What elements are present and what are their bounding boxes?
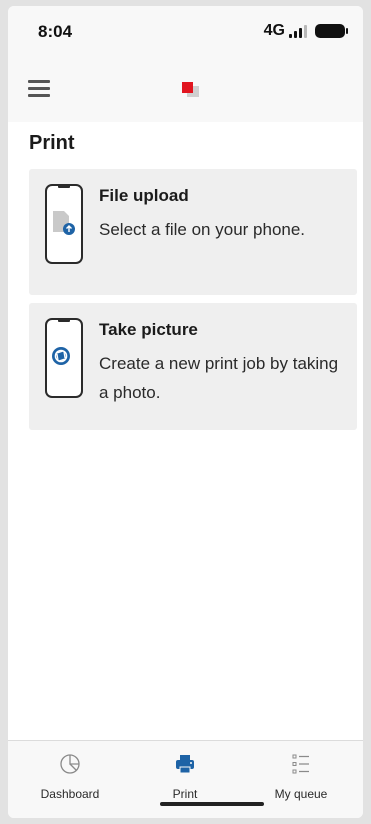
- app-bar: [8, 56, 363, 122]
- nav-print[interactable]: Print: [126, 741, 244, 807]
- nav-dashboard[interactable]: Dashboard: [11, 741, 129, 807]
- take-picture-title: Take picture: [99, 320, 198, 339]
- signal-icon: [289, 24, 307, 38]
- take-picture-card[interactable]: Take picture Create a new print job by t…: [29, 303, 357, 430]
- phone-screen: 8:04 4G Print File upload Select a file …: [8, 6, 363, 818]
- printer-icon: [176, 755, 194, 774]
- page-title: Print: [29, 132, 75, 154]
- nav-my-queue[interactable]: My queue: [242, 741, 360, 807]
- network-type: 4G: [263, 22, 285, 39]
- status-bar: 8:04 4G: [8, 6, 363, 56]
- file-upload-card[interactable]: File upload Select a file on your phone.: [29, 169, 357, 295]
- nav-my-queue-label: My queue: [274, 787, 328, 801]
- battery-icon: [315, 24, 348, 38]
- phone-file-upload-icon: [45, 184, 83, 264]
- file-upload-description: Select a file on your phone.: [99, 220, 306, 239]
- home-indicator: [160, 802, 264, 806]
- status-time: 8:04: [38, 22, 73, 41]
- pie-chart-icon: [60, 754, 80, 774]
- hamburger-menu-icon[interactable]: [28, 80, 50, 97]
- bottom-navigation: Dashboard Print My queue: [8, 740, 363, 818]
- list-icon: [292, 754, 309, 774]
- nav-print-label: Print: [172, 787, 198, 801]
- app-logo-icon: [182, 82, 199, 97]
- phone-camera-icon: [45, 318, 83, 398]
- status-indicators: 4G: [263, 22, 348, 40]
- nav-dashboard-label: Dashboard: [40, 787, 100, 801]
- take-picture-description: Create a new print job by taking a photo…: [99, 354, 339, 402]
- file-upload-title: File upload: [99, 186, 189, 205]
